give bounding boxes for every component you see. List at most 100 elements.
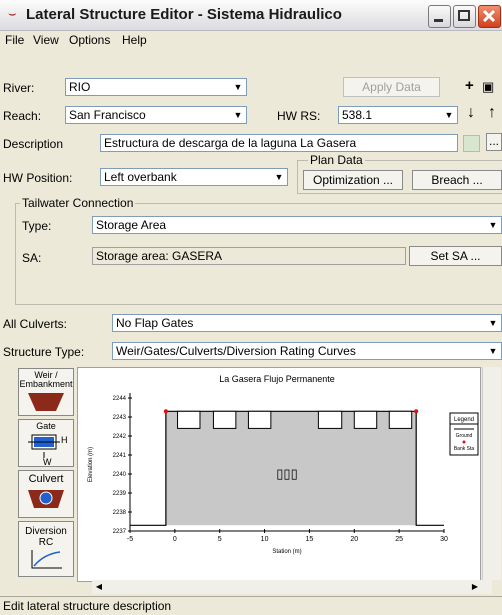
rating-curve-icon	[31, 550, 62, 569]
x-tick-label: 25	[395, 536, 403, 543]
chart-svg: La Gasera Flujo Permanente ▯▯▯ 2237 2238 223…	[88, 374, 479, 555]
sa-field: Storage area: GASERA	[92, 247, 406, 265]
y-tick-label: 2241	[113, 453, 127, 459]
chevron-down-icon: ▼	[444, 110, 454, 120]
chevron-down-icon: ▼	[488, 220, 498, 230]
gate-opening-2	[212, 410, 237, 429]
x-axis-label: Station (m)	[272, 549, 301, 555]
camera-icon[interactable]: ▣	[482, 79, 494, 95]
breach-button[interactable]: Breach ...	[412, 170, 502, 190]
culvert-button[interactable]: Culvert	[18, 470, 74, 518]
gate-opening-4	[317, 410, 343, 429]
reach-select[interactable]: San Francisco ▼	[65, 106, 247, 124]
menu-options[interactable]: Options	[69, 33, 110, 47]
culvert-label: Culvert	[28, 473, 64, 485]
legend-bank-swatch	[462, 440, 466, 444]
notes-icon[interactable]	[463, 135, 480, 152]
chevron-down-icon: ▼	[274, 172, 284, 182]
x-tick-label: 15	[306, 536, 314, 543]
close-icon	[482, 9, 496, 23]
apply-data-button[interactable]: Apply Data	[343, 77, 440, 97]
x-tick-label: 10	[261, 536, 269, 543]
all-culverts-select[interactable]: No Flap Gates ▼	[112, 314, 502, 332]
tailwater-title: Tailwater Connection	[20, 196, 136, 210]
diversion-label: Diversion RC	[25, 526, 67, 548]
arrow-down-icon[interactable]: ↓	[467, 104, 475, 122]
arrow-up-icon[interactable]: ↑	[488, 104, 496, 122]
add-icon[interactable]: +	[465, 77, 474, 94]
legend-bank-label: Bank Sta	[454, 446, 475, 452]
x-tick-label: -5	[127, 536, 133, 543]
plot-vertical-scrollbar[interactable]	[482, 367, 501, 580]
gate-opening-6	[388, 410, 413, 429]
scroll-left-icon[interactable]: ◀	[92, 580, 106, 594]
river-label: River:	[3, 81, 35, 95]
description-label: Description	[3, 137, 64, 151]
status-text: Edit lateral structure description	[3, 599, 172, 613]
weir-embankment-button[interactable]: Weir / Embankment	[18, 368, 74, 416]
hw-rs-select[interactable]: 538.1 ▼	[338, 106, 458, 124]
y-tick-label: 2244	[113, 396, 127, 402]
hec-ras-wave-icon[interactable]: ⌣	[8, 7, 20, 20]
gate-h-label: H	[61, 435, 68, 445]
legend-title: Legend	[454, 417, 474, 423]
set-sa-button[interactable]: Set SA ...	[409, 246, 502, 266]
maximize-icon	[458, 10, 470, 21]
close-button[interactable]	[478, 5, 501, 28]
structure-type-select[interactable]: Weir/Gates/Culverts/Diversion Rating Cur…	[112, 342, 502, 360]
sa-label: SA:	[22, 251, 42, 265]
tailwater-type-select[interactable]: Storage Area ▼	[92, 216, 502, 234]
x-tick-label: 30	[440, 536, 448, 543]
scroll-right-icon[interactable]: ▶	[468, 580, 482, 594]
hw-rs-label: HW RS:	[277, 109, 321, 123]
gate-button[interactable]: Gate H W	[18, 419, 74, 467]
hw-position-value: Left overbank	[104, 170, 177, 184]
hw-position-label: HW Position:	[3, 171, 73, 185]
gate-opening-5	[353, 410, 378, 429]
chevron-down-icon: ▼	[488, 318, 498, 328]
culvert-marks: ▯▯▯	[276, 466, 297, 481]
gate-opening-3	[247, 410, 272, 429]
description-field[interactable]: Estructura de descarga de la laguna La G…	[100, 134, 458, 152]
menu-file[interactable]: File	[5, 33, 24, 47]
menu-view[interactable]: View	[33, 33, 59, 47]
x-tick-label: 5	[218, 536, 222, 543]
maximize-button[interactable]	[453, 5, 476, 28]
y-tick-label: 2242	[113, 434, 127, 440]
hw-position-select[interactable]: Left overbank ▼	[100, 168, 288, 186]
bank-station-1	[163, 409, 168, 414]
description-more-button[interactable]: ...	[486, 133, 502, 151]
structure-plot[interactable]: La Gasera Flujo Permanente ▯▯▯ 2237 2238 223…	[77, 367, 481, 582]
all-culverts-value: No Flap Gates	[116, 316, 194, 330]
structure-type-value: Weir/Gates/Culverts/Diversion Rating Cur…	[116, 344, 356, 358]
y-tick-label: 2240	[113, 472, 127, 478]
culvert-icon	[28, 490, 64, 508]
chevron-down-icon: ▼	[233, 110, 243, 120]
x-tick-label: 0	[173, 536, 177, 543]
tailwater-type-value: Storage Area	[96, 218, 167, 232]
hw-rs-value: 538.1	[342, 108, 373, 122]
all-culverts-label: All Culverts:	[3, 317, 68, 331]
y-tick-label: 2238	[113, 510, 127, 516]
y-axis-label: Elevation (m)	[88, 447, 94, 482]
menu-help[interactable]: Help	[122, 33, 147, 47]
structure-buttons-panel: Weir / Embankment Gate H W Culvert Diver…	[17, 367, 75, 580]
diversion-rc-button[interactable]: Diversion RC	[18, 521, 74, 577]
river-select[interactable]: RIO ▼	[65, 78, 247, 96]
status-bar: Edit lateral structure description	[0, 596, 502, 615]
gate-w-label: W	[43, 457, 52, 467]
x-tick-label: 20	[350, 536, 358, 543]
plot-horizontal-scrollbar[interactable]: ◀ ▶	[92, 580, 492, 594]
legend-ground-label: Ground	[456, 433, 473, 439]
weir-label: Weir / Embankment	[19, 370, 73, 389]
chevron-down-icon: ▼	[233, 82, 243, 92]
embankment-icon	[28, 393, 64, 411]
chevron-down-icon: ▼	[488, 346, 498, 356]
plan-data-title: Plan Data	[308, 153, 365, 167]
tailwater-type-label: Type:	[22, 219, 52, 233]
y-tick-label: 2237	[113, 529, 127, 535]
minimize-button[interactable]	[428, 5, 451, 28]
river-value: RIO	[69, 80, 91, 94]
optimization-button[interactable]: Optimization ...	[303, 170, 403, 190]
reach-value: San Francisco	[69, 108, 146, 122]
